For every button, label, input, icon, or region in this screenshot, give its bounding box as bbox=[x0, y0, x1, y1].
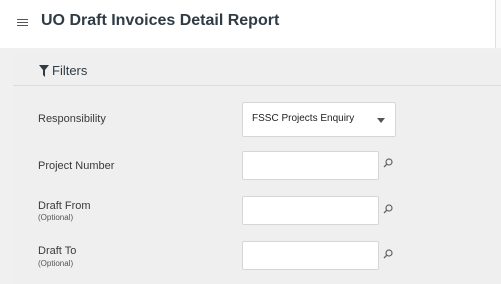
search-icon[interactable] bbox=[383, 204, 393, 214]
search-icon[interactable] bbox=[383, 158, 393, 168]
chevron-down-icon bbox=[377, 118, 385, 123]
responsibility-label: Responsibility bbox=[38, 113, 106, 125]
funnel-icon bbox=[39, 65, 49, 77]
project-number-label: Project Number bbox=[38, 160, 115, 172]
draft-to-optional-hint: (Optional) bbox=[38, 259, 74, 268]
page-header: UO Draft Invoices Detail Report bbox=[0, 0, 501, 48]
filters-panel-header[interactable]: Filters bbox=[13, 54, 501, 86]
page-title: UO Draft Invoices Detail Report bbox=[41, 12, 280, 29]
draft-from-input[interactable] bbox=[242, 196, 379, 225]
project-number-input[interactable] bbox=[242, 151, 379, 180]
search-icon[interactable] bbox=[383, 249, 393, 259]
responsibility-selected-value: FSSC Projects Enquiry bbox=[252, 113, 355, 124]
scrollbar[interactable] bbox=[495, 0, 501, 48]
draft-from-label: Draft From bbox=[38, 200, 91, 212]
draft-to-label: Draft To bbox=[38, 245, 77, 257]
responsibility-select[interactable]: FSSC Projects Enquiry bbox=[242, 102, 396, 137]
draft-to-input[interactable] bbox=[242, 241, 379, 270]
draft-from-optional-hint: (Optional) bbox=[38, 213, 74, 222]
hamburger-menu-icon[interactable] bbox=[17, 19, 28, 28]
filters-heading: Filters bbox=[52, 63, 88, 78]
